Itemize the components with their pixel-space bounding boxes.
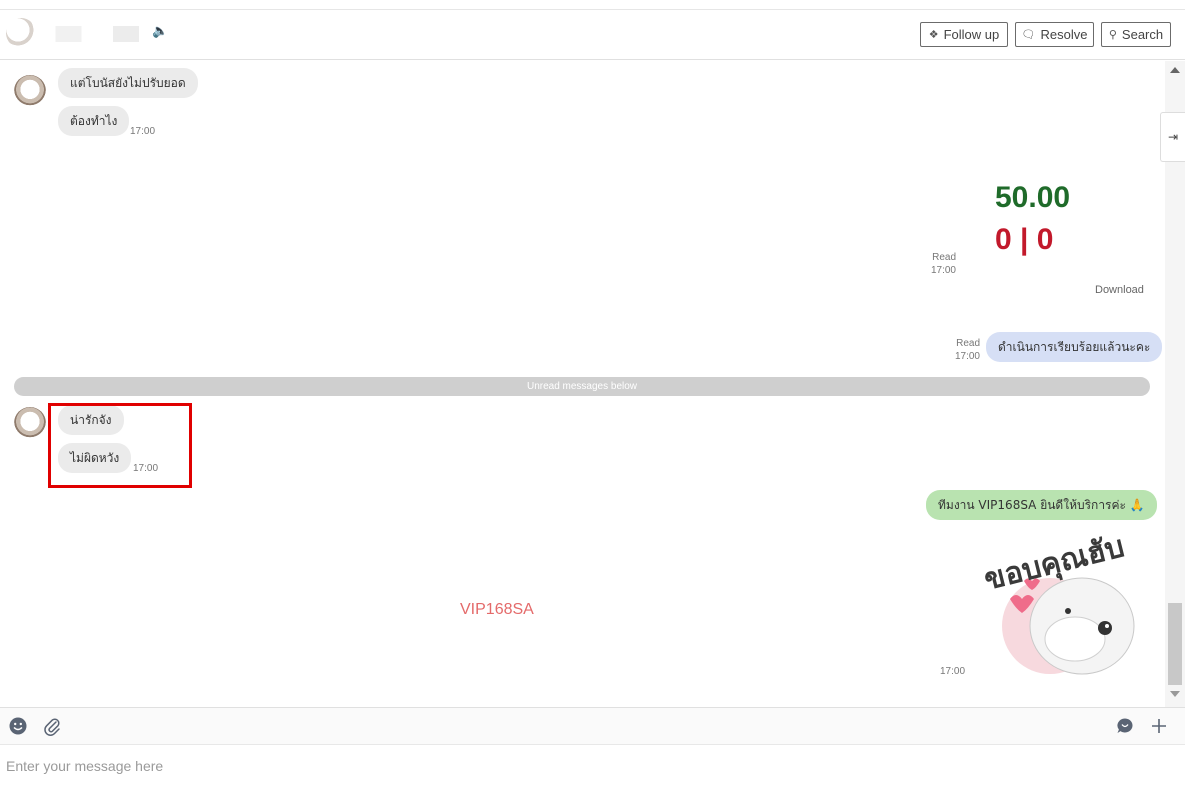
outgoing-message: ดำเนินการเรียบร้อยแล้วนะคะ bbox=[986, 332, 1163, 362]
highlight-box bbox=[48, 403, 192, 488]
image-balance-value: 50.00 bbox=[995, 181, 1071, 214]
plus-icon bbox=[1152, 719, 1166, 733]
message-time: 17:00 bbox=[130, 126, 156, 137]
message-time: 17:00 bbox=[954, 351, 980, 362]
customer-avatar bbox=[14, 407, 46, 439]
emoji-button[interactable] bbox=[8, 716, 28, 736]
paperclip-icon bbox=[44, 718, 60, 736]
contact-avatar[interactable] bbox=[6, 18, 36, 48]
message-list[interactable]: แต่โบนัสยังไม่ปรับยอด ต้องทำไง 17:00 50.… bbox=[0, 61, 1165, 707]
search-button[interactable]: ⚲ Search bbox=[1101, 22, 1171, 47]
follow-up-button[interactable]: ❖ Follow up bbox=[920, 22, 1008, 47]
unread-divider: Unread messages below bbox=[14, 377, 1150, 396]
top-strip bbox=[0, 0, 1185, 10]
message-time: 17:00 bbox=[940, 666, 966, 677]
message-text: ดำเนินการเรียบร้อยแล้วนะคะ bbox=[998, 339, 1151, 354]
message-time: 17:00 bbox=[930, 265, 956, 276]
incoming-message: ต้องทำไง bbox=[58, 106, 130, 136]
search-icon: ⚲ bbox=[1108, 29, 1117, 41]
customer-avatar bbox=[14, 75, 46, 107]
search-label: Search bbox=[1121, 27, 1164, 42]
read-status: Read bbox=[932, 252, 956, 263]
message-text: ต้องทำไง bbox=[70, 113, 118, 128]
message-text: แต่โบนัสยังไม่ปรับยอด bbox=[70, 75, 186, 90]
collapse-arrow-icon: ⇥ bbox=[1167, 130, 1179, 144]
collapse-panel-button[interactable]: ⇥ bbox=[1160, 112, 1185, 162]
read-status: Read bbox=[956, 338, 980, 349]
scroll-thumb[interactable] bbox=[1168, 603, 1182, 685]
scroll-up-arrow[interactable] bbox=[1170, 67, 1180, 73]
emoji-icon bbox=[9, 717, 27, 735]
chat-header: 🔈 ❖ Follow up 🗨 Resolve ⚲ Search bbox=[0, 10, 1185, 60]
message-status: Read 17:00 bbox=[946, 337, 980, 363]
follow-up-label: Follow up bbox=[943, 27, 1000, 42]
outgoing-message: ทีมงาน VIP168SA ยินดีให้บริการค่ะ 🙏 bbox=[926, 490, 1157, 520]
scroll-down-arrow[interactable] bbox=[1170, 691, 1180, 697]
quick-reply-button[interactable] bbox=[1115, 716, 1135, 736]
message-status: Read 17:00 bbox=[922, 251, 956, 277]
watermark-text: VIP168SA bbox=[460, 601, 534, 618]
message-input[interactable] bbox=[0, 745, 1185, 786]
incoming-message: แต่โบนัสยังไม่ปรับยอด bbox=[58, 68, 198, 98]
chat-bubble-icon: 🗨 bbox=[1021, 29, 1036, 41]
attach-button[interactable] bbox=[42, 716, 62, 736]
message-text: ทีมงาน VIP168SA ยินดีให้บริการค่ะ 🙏 bbox=[938, 497, 1145, 512]
image-message[interactable] bbox=[960, 155, 1150, 275]
chat-bubble-icon bbox=[1117, 718, 1133, 733]
download-link[interactable]: Download bbox=[1095, 284, 1144, 296]
contact-name-redacted bbox=[40, 26, 144, 42]
composer-toolbar bbox=[0, 707, 1185, 745]
bookmark-icon: ❖ bbox=[928, 29, 939, 41]
sticker-image: ขอบคุณฮับ bbox=[981, 531, 1135, 675]
image-balance-value-2: 0 | 0 bbox=[995, 223, 1054, 256]
resolve-button[interactable]: 🗨 Resolve bbox=[1015, 22, 1094, 47]
speaker-icon[interactable]: 🔈 bbox=[152, 24, 168, 39]
resolve-label: Resolve bbox=[1040, 27, 1088, 42]
add-button[interactable] bbox=[1149, 716, 1169, 736]
